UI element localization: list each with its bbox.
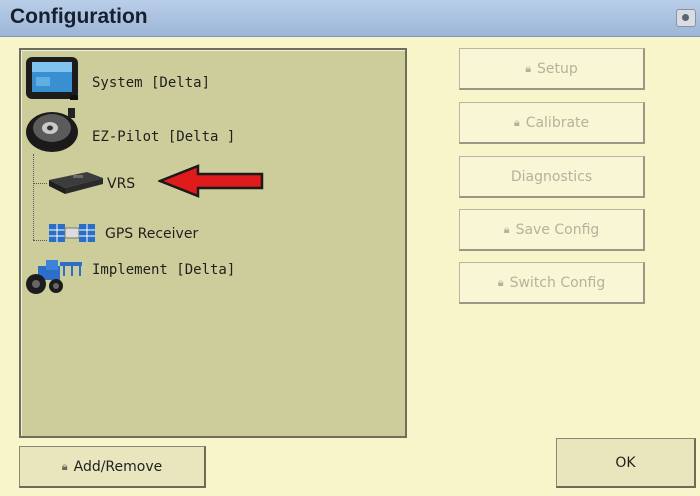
- config-tree[interactable]: System [Delta] EZ-Pilot [Delta ] VRS GPS…: [19, 48, 407, 438]
- tree-item-implement[interactable]: Implement [Delta]: [24, 256, 235, 300]
- tree-item-label: System [Delta]: [92, 75, 211, 91]
- add-remove-button[interactable]: 🔒︎ Add/Remove: [19, 446, 206, 488]
- title-bar: Configuration: [0, 0, 700, 37]
- tree-item-label: GPS Receiver: [105, 226, 199, 242]
- calibrate-button-label: Calibrate: [525, 114, 590, 131]
- pointer-arrow-icon: [158, 164, 264, 198]
- lock-icon: 🔒︎: [513, 115, 520, 129]
- diagnostics-button-label: Diagnostics: [510, 168, 593, 185]
- tree-item-vrs[interactable]: VRS: [47, 166, 135, 200]
- save-config-button-label: Save Config: [515, 221, 600, 238]
- ok-button-label: OK: [615, 454, 636, 471]
- diagnostics-button[interactable]: Diagnostics: [459, 156, 645, 198]
- lock-icon: 🔒︎: [503, 222, 510, 236]
- tree-item-ez-pilot[interactable]: EZ-Pilot [Delta ]: [24, 106, 235, 158]
- switch-config-button[interactable]: 🔒︎ Switch Config: [459, 262, 645, 304]
- window-title: Configuration: [10, 5, 148, 28]
- tree-item-label: Implement [Delta]: [92, 262, 236, 278]
- lock-icon: 🔒︎: [497, 275, 504, 289]
- display-console-icon: [24, 55, 84, 107]
- satellite-icon: [47, 216, 99, 254]
- lock-icon: 🔒︎: [61, 459, 68, 473]
- setup-button-label: Setup: [537, 60, 578, 77]
- tree-item-label: VRS: [107, 176, 136, 192]
- tractor-icon: [24, 256, 84, 300]
- radio-receiver-icon: [47, 166, 105, 200]
- camera-icon[interactable]: [676, 9, 696, 27]
- setup-button[interactable]: 🔒︎ Setup: [459, 48, 645, 90]
- tree-connector: [33, 154, 34, 240]
- tree-item-label: EZ-Pilot [Delta ]: [92, 129, 236, 145]
- tree-item-gps-receiver[interactable]: GPS Receiver: [47, 216, 198, 254]
- ok-button[interactable]: OK: [556, 438, 696, 488]
- tree-connector: [33, 183, 47, 184]
- save-config-button[interactable]: 🔒︎ Save Config: [459, 209, 645, 251]
- steering-motor-icon: [24, 106, 84, 158]
- switch-config-button-label: Switch Config: [509, 274, 606, 291]
- tree-connector: [33, 240, 47, 241]
- calibrate-button[interactable]: 🔒︎ Calibrate: [459, 102, 645, 144]
- add-remove-button-label: Add/Remove: [73, 458, 163, 475]
- tree-item-system[interactable]: System [Delta]: [24, 55, 210, 107]
- lock-icon: 🔒︎: [525, 61, 532, 75]
